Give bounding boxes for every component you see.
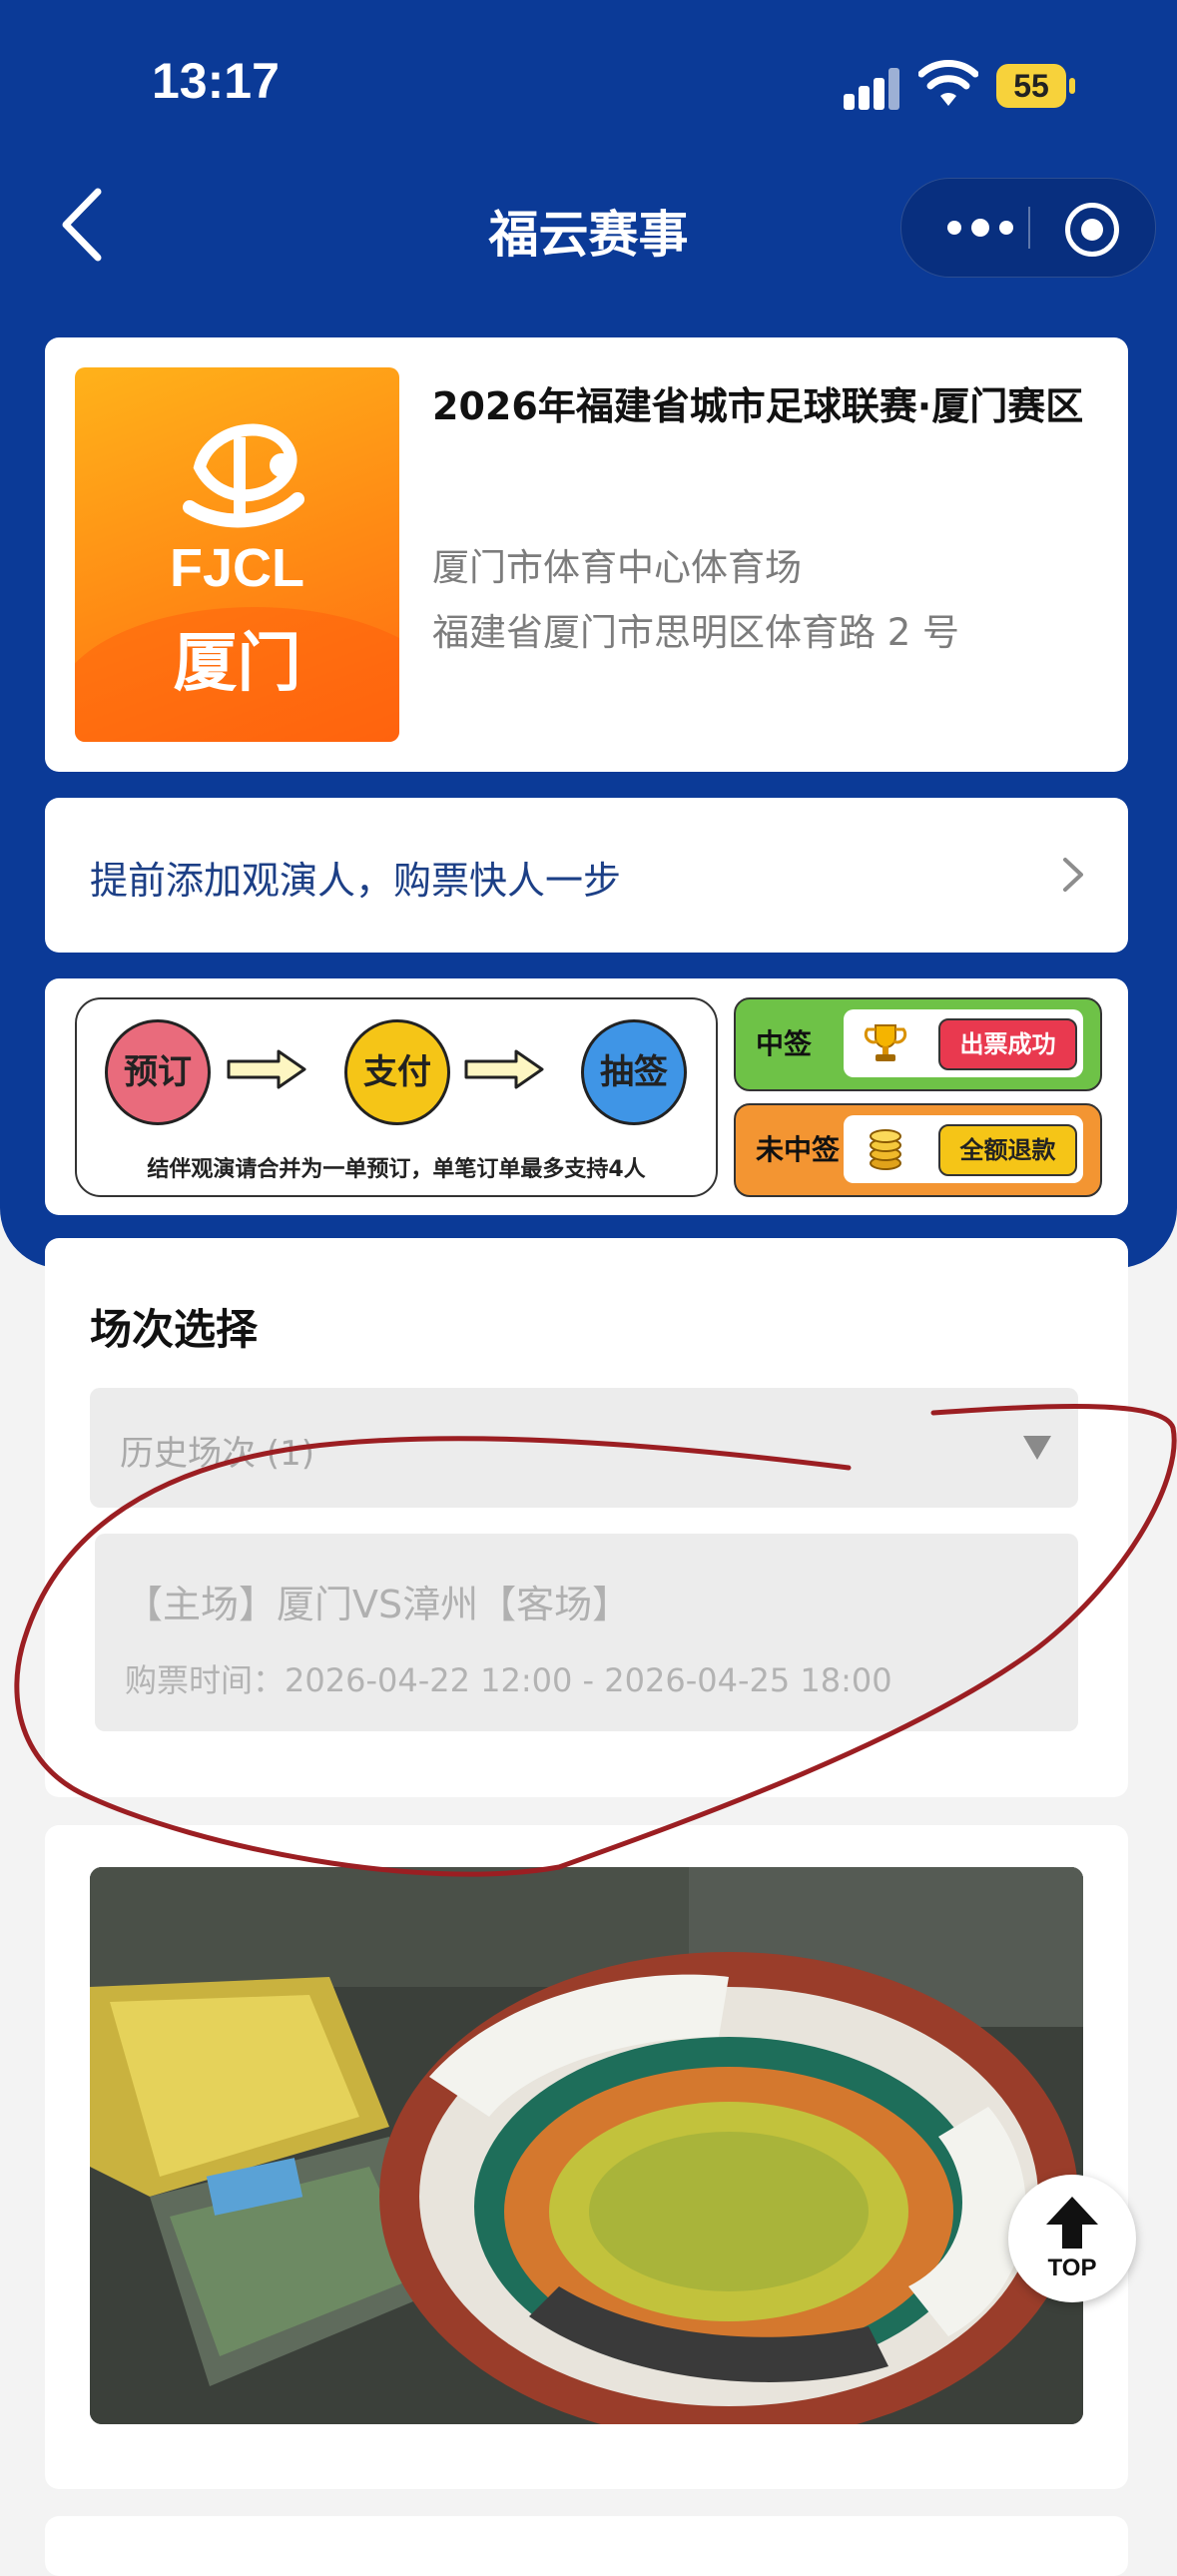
flow-steps: 预订 支付 抽签 结伴观演请合并为一单预订，单笔订单最多支持4人: [75, 997, 718, 1197]
step-lottery: 抽签: [581, 1019, 687, 1125]
step-reserve: 预订: [105, 1019, 211, 1125]
back-to-top-button[interactable]: TOP: [1008, 2175, 1136, 2302]
event-poster: FJCL 厦门: [75, 367, 399, 742]
more-dots-icon[interactable]: [935, 179, 1025, 277]
event-address: 福建省厦门市思明区体育路 2 号: [432, 611, 960, 654]
status-time: 13:17: [152, 53, 280, 109]
add-viewer-label: 提前添加观演人，购票快人一步: [90, 859, 622, 903]
target-icon[interactable]: [1065, 203, 1119, 257]
ticket-time: 购票时间：2026-04-22 12:00 - 2026-04-25 18:00: [125, 1661, 892, 1699]
section-title: 场次选择: [90, 1305, 259, 1354]
coins-icon: [870, 1129, 901, 1170]
history-session-label: 历史场次 (1): [120, 1434, 314, 1474]
capsule-divider: [1028, 207, 1030, 249]
event-venue: 厦门市体育中心体育场: [432, 546, 802, 589]
poster-city: 厦门: [173, 627, 301, 701]
event-card[interactable]: FJCL 厦门 2026年福建省城市足球联赛·厦门赛区 厦门市体育中心体育场 福…: [45, 337, 1128, 772]
wifi-icon: [918, 60, 978, 106]
session-selection: 场次选择 历史场次 (1) 【主场】厦门VS漳州【客场】 购票时间：2026-0…: [45, 1238, 1128, 1797]
poster-brand: FJCL: [170, 538, 304, 598]
session-option[interactable]: 【主场】厦门VS漳州【客场】 购票时间：2026-04-22 12:00 - 2…: [95, 1534, 1078, 1731]
win-label: 中签: [756, 1027, 813, 1060]
chevron-right-icon: [1063, 858, 1083, 892]
arrow-up-icon: [1046, 2197, 1098, 2249]
lose-result: 未中签 全额退款: [734, 1103, 1102, 1197]
cellular-signal-icon: [844, 66, 903, 110]
lose-label: 未中签: [756, 1133, 841, 1166]
win-result: 中签 出票成功: [734, 997, 1102, 1091]
trophy-icon: [864, 1024, 907, 1061]
lose-result-pill: 全额退款: [938, 1124, 1077, 1176]
stadium-aerial-image: [90, 1867, 1083, 2424]
arrow-right-icon: [227, 1049, 306, 1089]
battery-indicator: 55: [996, 64, 1066, 108]
league-logo-icon: [183, 423, 304, 528]
event-title: 2026年福建省城市足球联赛·厦门赛区: [432, 384, 1084, 428]
dropdown-triangle-icon: [1023, 1436, 1051, 1460]
match-name: 【主场】厦门VS漳州【客场】: [125, 1583, 631, 1626]
flow-note: 结伴观演请合并为一单预订，单笔订单最多支持4人: [147, 1157, 646, 1182]
step-pay: 支付: [344, 1019, 450, 1125]
ticket-flow-banner: 预订 支付 抽签 结伴观演请合并为一单预订，单笔订单最多支持4人 中签 出票成功…: [45, 978, 1128, 1215]
miniprogram-capsule: [900, 178, 1156, 278]
venue-photo-card: [45, 1825, 1128, 2489]
top-label: TOP: [1047, 2254, 1097, 2281]
battery-tip: [1069, 78, 1075, 94]
history-session-dropdown[interactable]: 历史场次 (1): [90, 1388, 1078, 1508]
add-viewer-row[interactable]: 提前添加观演人，购票快人一步: [45, 798, 1128, 953]
win-result-pill: 出票成功: [938, 1018, 1077, 1070]
next-card-partial: [45, 2516, 1128, 2576]
arrow-right-icon: [464, 1049, 544, 1089]
